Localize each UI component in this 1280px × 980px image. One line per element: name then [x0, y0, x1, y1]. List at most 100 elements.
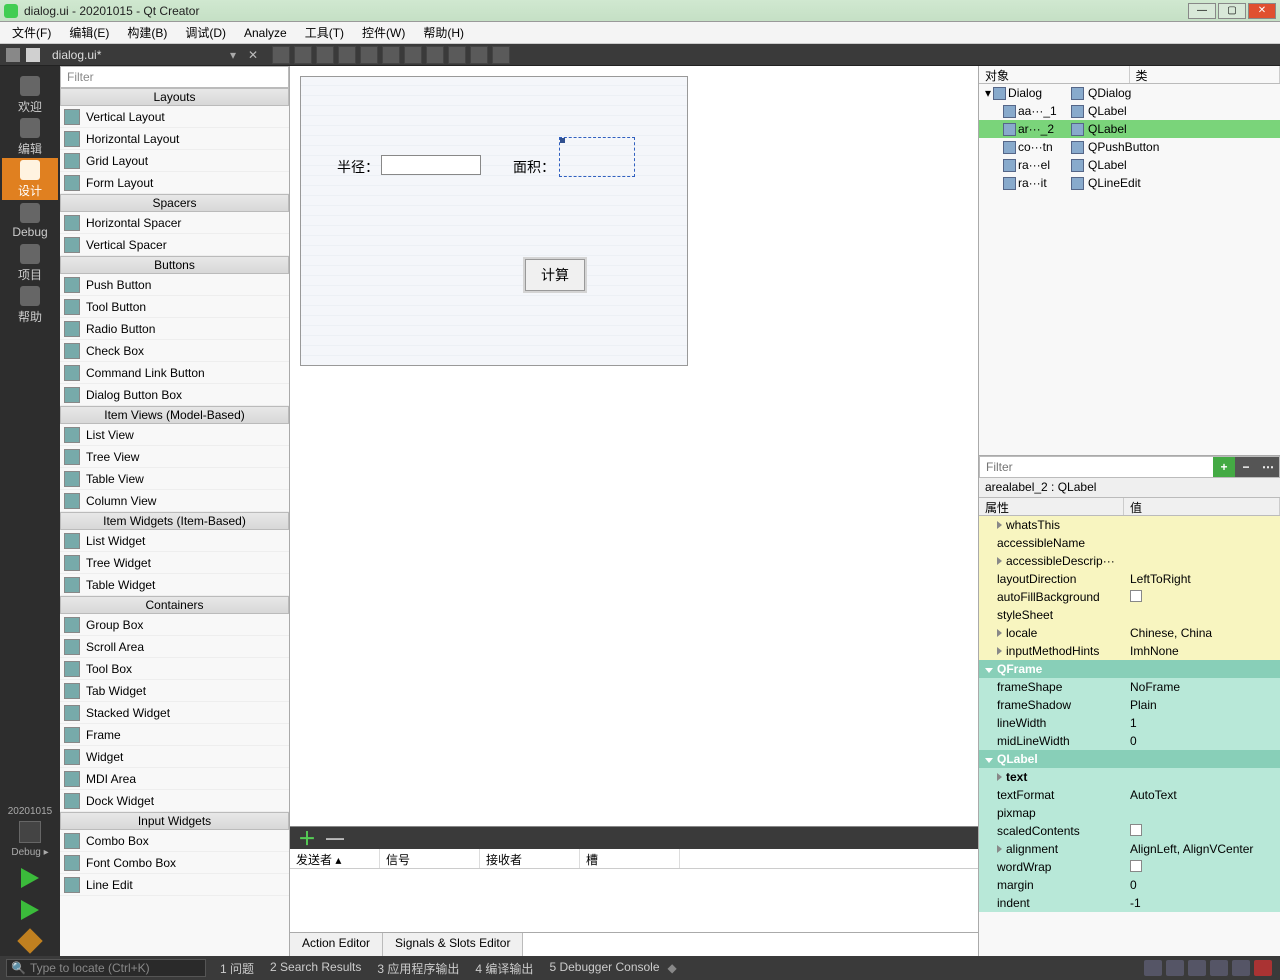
- widget-item[interactable]: Dock Widget: [60, 790, 289, 812]
- property-row[interactable]: accessibleDescrip···: [979, 552, 1280, 570]
- maximize-button[interactable]: ▢: [1218, 3, 1246, 19]
- dialog-form[interactable]: 半径： 面积： 计算: [300, 76, 688, 366]
- prop-value[interactable]: Chinese, China: [1124, 626, 1280, 640]
- menu-item[interactable]: 编辑(E): [61, 22, 117, 43]
- widget-group-header[interactable]: Spacers: [60, 194, 289, 212]
- signals-col[interactable]: 发送者 ▴: [290, 849, 380, 868]
- menu-item[interactable]: 调试(D): [177, 22, 234, 43]
- widget-item[interactable]: Line Edit: [60, 874, 289, 896]
- edit-widgets-icon[interactable]: [272, 46, 290, 64]
- run-button[interactable]: [21, 862, 39, 894]
- menu-item[interactable]: 工具(T): [297, 22, 352, 43]
- tab-close-icon[interactable]: ✕: [242, 48, 264, 62]
- property-row[interactable]: accessibleName: [979, 534, 1280, 552]
- property-row[interactable]: autoFillBackground: [979, 588, 1280, 606]
- property-row[interactable]: QLabel: [979, 750, 1280, 768]
- property-row[interactable]: wordWrap: [979, 858, 1280, 876]
- lineedit-radius[interactable]: [381, 155, 481, 175]
- widget-item[interactable]: Widget: [60, 746, 289, 768]
- break-layout-icon[interactable]: [492, 46, 510, 64]
- widget-item[interactable]: Command Link Button: [60, 362, 289, 384]
- widget-group-header[interactable]: Input Widgets: [60, 812, 289, 830]
- object-tree-row[interactable]: co···tnQPushButton: [979, 138, 1280, 156]
- property-row[interactable]: inputMethodHintsImhNone: [979, 642, 1280, 660]
- widget-item[interactable]: Vertical Layout: [60, 106, 289, 128]
- widget-item[interactable]: Scroll Area: [60, 636, 289, 658]
- property-row[interactable]: whatsThis: [979, 516, 1280, 534]
- edit-signals-icon[interactable]: [294, 46, 312, 64]
- edit-taborder-icon[interactable]: [338, 46, 356, 64]
- mode-Debug[interactable]: Debug: [2, 200, 58, 242]
- menu-item[interactable]: 帮助(H): [415, 22, 472, 43]
- layout-grid-icon[interactable]: [448, 46, 466, 64]
- close-button[interactable]: ✕: [1248, 3, 1276, 19]
- object-tree-row[interactable]: ▾ DialogQDialog: [979, 84, 1280, 102]
- menu-item[interactable]: 构建(B): [119, 22, 175, 43]
- property-row[interactable]: indent-1: [979, 894, 1280, 912]
- object-tree-row[interactable]: ra···elQLabel: [979, 156, 1280, 174]
- widget-item[interactable]: Dialog Button Box: [60, 384, 289, 406]
- widget-group-header[interactable]: Containers: [60, 596, 289, 614]
- property-row[interactable]: pixmap: [979, 804, 1280, 822]
- widget-item[interactable]: Frame: [60, 724, 289, 746]
- widget-item[interactable]: Horizontal Layout: [60, 128, 289, 150]
- widget-item[interactable]: Grid Layout: [60, 150, 289, 172]
- prop-menu-icon[interactable]: ⋯: [1257, 457, 1279, 477]
- prop-value[interactable]: -1: [1124, 896, 1280, 910]
- widget-item[interactable]: Font Combo Box: [60, 852, 289, 874]
- sb-pane1-icon[interactable]: [1144, 960, 1162, 976]
- property-row[interactable]: midLineWidth0: [979, 732, 1280, 750]
- sb-progress-icon[interactable]: [1232, 960, 1250, 976]
- add-signal-icon[interactable]: ＋: [298, 825, 316, 851]
- output-pane-button[interactable]: 2 Search Results: [270, 960, 361, 977]
- object-tree-row[interactable]: aa···_1QLabel: [979, 102, 1280, 120]
- prop-value[interactable]: [1124, 860, 1280, 875]
- sb-pane4-icon[interactable]: [1210, 960, 1228, 976]
- mode-欢迎[interactable]: 欢迎: [2, 74, 58, 116]
- widget-item[interactable]: Table View: [60, 468, 289, 490]
- mode-设计[interactable]: 设计: [2, 158, 58, 200]
- output-pane-button[interactable]: 5 Debugger Console: [549, 960, 659, 977]
- widget-item[interactable]: Tree View: [60, 446, 289, 468]
- widget-item[interactable]: Form Layout: [60, 172, 289, 194]
- property-row[interactable]: frameShapeNoFrame: [979, 678, 1280, 696]
- checkbox-icon[interactable]: [1130, 824, 1142, 836]
- sb-pane2-icon[interactable]: [1166, 960, 1184, 976]
- property-row[interactable]: scaledContents: [979, 822, 1280, 840]
- widget-group-header[interactable]: Layouts: [60, 88, 289, 106]
- prop-value[interactable]: 1: [1124, 716, 1280, 730]
- layout-form-icon[interactable]: [470, 46, 488, 64]
- widget-item[interactable]: Horizontal Spacer: [60, 212, 289, 234]
- property-row[interactable]: localeChinese, China: [979, 624, 1280, 642]
- sb-stop-icon[interactable]: [1254, 960, 1272, 976]
- output-pane-button[interactable]: 3 应用程序输出: [377, 960, 459, 977]
- widget-item[interactable]: Column View: [60, 490, 289, 512]
- prop-col-name[interactable]: 属性: [979, 498, 1124, 515]
- active-file-tab[interactable]: dialog.ui*: [44, 46, 224, 64]
- debug-button[interactable]: [21, 894, 39, 926]
- output-pane-button[interactable]: 4 编译输出: [475, 960, 533, 977]
- prop-value[interactable]: 0: [1124, 878, 1280, 892]
- property-row[interactable]: text: [979, 768, 1280, 786]
- widget-item[interactable]: List View: [60, 424, 289, 446]
- property-row[interactable]: lineWidth1: [979, 714, 1280, 732]
- checkbox-icon[interactable]: [1130, 590, 1142, 602]
- property-filter-input[interactable]: [980, 460, 1213, 474]
- property-row[interactable]: layoutDirectionLeftToRight: [979, 570, 1280, 588]
- edit-buddies-icon[interactable]: [316, 46, 334, 64]
- mode-编辑[interactable]: 编辑: [2, 116, 58, 158]
- prop-value[interactable]: LeftToRight: [1124, 572, 1280, 586]
- add-property-icon[interactable]: +: [1213, 457, 1235, 477]
- checkbox-icon[interactable]: [1130, 860, 1142, 872]
- bottom-tab[interactable]: Action Editor: [290, 933, 383, 956]
- widget-group-header[interactable]: Item Widgets (Item-Based): [60, 512, 289, 530]
- prop-value[interactable]: Plain: [1124, 698, 1280, 712]
- label-radius[interactable]: 半径：: [337, 157, 379, 177]
- kit-selector[interactable]: 20201015Debug ▸: [2, 802, 58, 862]
- signals-col[interactable]: 接收者: [480, 849, 580, 868]
- widget-item[interactable]: Tab Widget: [60, 680, 289, 702]
- layout-hsplit-icon[interactable]: [404, 46, 422, 64]
- selection-handles[interactable]: [559, 137, 635, 177]
- property-row[interactable]: QFrame: [979, 660, 1280, 678]
- object-tree-row[interactable]: ar···_2QLabel: [979, 120, 1280, 138]
